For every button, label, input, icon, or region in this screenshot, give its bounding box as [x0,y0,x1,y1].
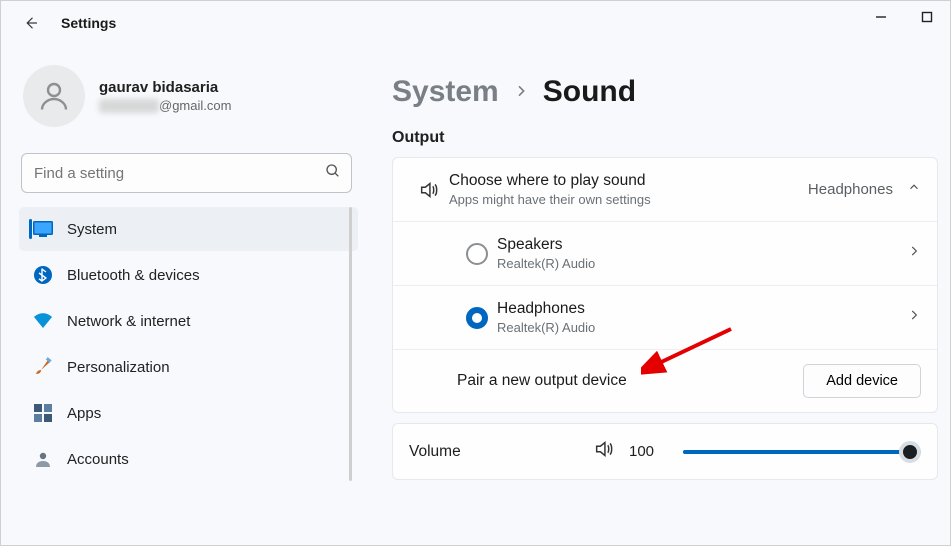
current-output-label: Headphones [808,181,893,198]
chevron-up-icon [907,180,921,199]
chevron-right-icon[interactable] [907,308,921,327]
user-block[interactable]: gaurav bidasaria @gmail.com [19,55,358,147]
minimize-icon [875,11,887,23]
display-icon [33,219,53,239]
nav-scroll-indicator [349,207,352,481]
sidebar: gaurav bidasaria @gmail.com System Bluet… [1,45,366,545]
volume-icon[interactable] [593,438,615,465]
sidebar-item-label: Personalization [67,359,170,376]
redacted-text [99,99,159,113]
user-name: gaurav bidasaria [99,79,231,96]
back-button[interactable] [13,5,49,41]
search-icon [325,163,341,184]
chevron-right-icon [513,79,529,105]
volume-card: Volume 100 [392,423,938,480]
output-device-headphones[interactable]: Headphones Realtek(R) Audio [393,286,937,350]
radio-checked-icon[interactable] [466,307,488,329]
sidebar-nav: System Bluetooth & devices Network & int… [19,207,358,481]
volume-icon [409,179,449,201]
sidebar-item-personalization[interactable]: Personalization [19,345,358,389]
sidebar-item-system[interactable]: System [19,207,358,251]
radio-unchecked-icon[interactable] [466,243,488,265]
section-output-label: Output [392,129,946,147]
maximize-button[interactable] [904,1,950,33]
minimize-button[interactable] [858,1,904,33]
device-name: Speakers [497,236,907,254]
output-device-speakers[interactable]: Speakers Realtek(R) Audio [393,222,937,286]
search-field[interactable] [32,164,325,183]
sidebar-item-accounts[interactable]: Accounts [19,437,358,481]
wifi-icon [33,311,53,331]
sidebar-item-label: Accounts [67,451,129,468]
breadcrumb: System Sound [392,75,946,109]
sidebar-item-network[interactable]: Network & internet [19,299,358,343]
volume-label: Volume [409,443,579,461]
search-input[interactable] [21,153,352,193]
sidebar-item-label: Bluetooth & devices [67,267,200,284]
sidebar-item-apps[interactable]: Apps [19,391,358,435]
chevron-right-icon[interactable] [907,244,921,263]
user-email: @gmail.com [99,98,231,114]
sidebar-item-label: System [67,221,117,238]
avatar [23,65,85,127]
choose-output-title: Choose where to play sound [449,172,808,190]
sidebar-item-bluetooth[interactable]: Bluetooth & devices [19,253,358,297]
output-card: Choose where to play sound Apps might ha… [392,157,938,413]
pair-device-label: Pair a new output device [457,372,803,390]
maximize-icon [921,11,933,23]
main-panel: System Sound Output Choose where to play… [366,45,950,545]
sidebar-item-label: Network & internet [67,313,190,330]
arrow-left-icon [22,14,40,32]
volume-row: Volume 100 [393,424,937,479]
sidebar-item-label: Apps [67,405,101,422]
apps-icon [33,403,53,423]
accounts-icon [33,449,53,469]
device-driver: Realtek(R) Audio [497,256,907,271]
slider-thumb[interactable] [899,441,921,463]
choose-output-row[interactable]: Choose where to play sound Apps might ha… [393,158,937,222]
add-device-button[interactable]: Add device [803,364,921,398]
device-driver: Realtek(R) Audio [497,320,907,335]
device-name: Headphones [497,300,907,318]
volume-value: 100 [629,443,659,460]
choose-output-subtitle: Apps might have their own settings [449,192,808,207]
person-icon [36,78,72,114]
page-title: Sound [543,75,636,109]
breadcrumb-parent[interactable]: System [392,75,499,109]
bluetooth-icon [33,265,53,285]
paintbrush-icon [33,357,53,377]
window-title: Settings [61,15,116,31]
volume-slider[interactable] [683,440,921,464]
pair-device-row: Pair a new output device Add device [393,350,937,412]
